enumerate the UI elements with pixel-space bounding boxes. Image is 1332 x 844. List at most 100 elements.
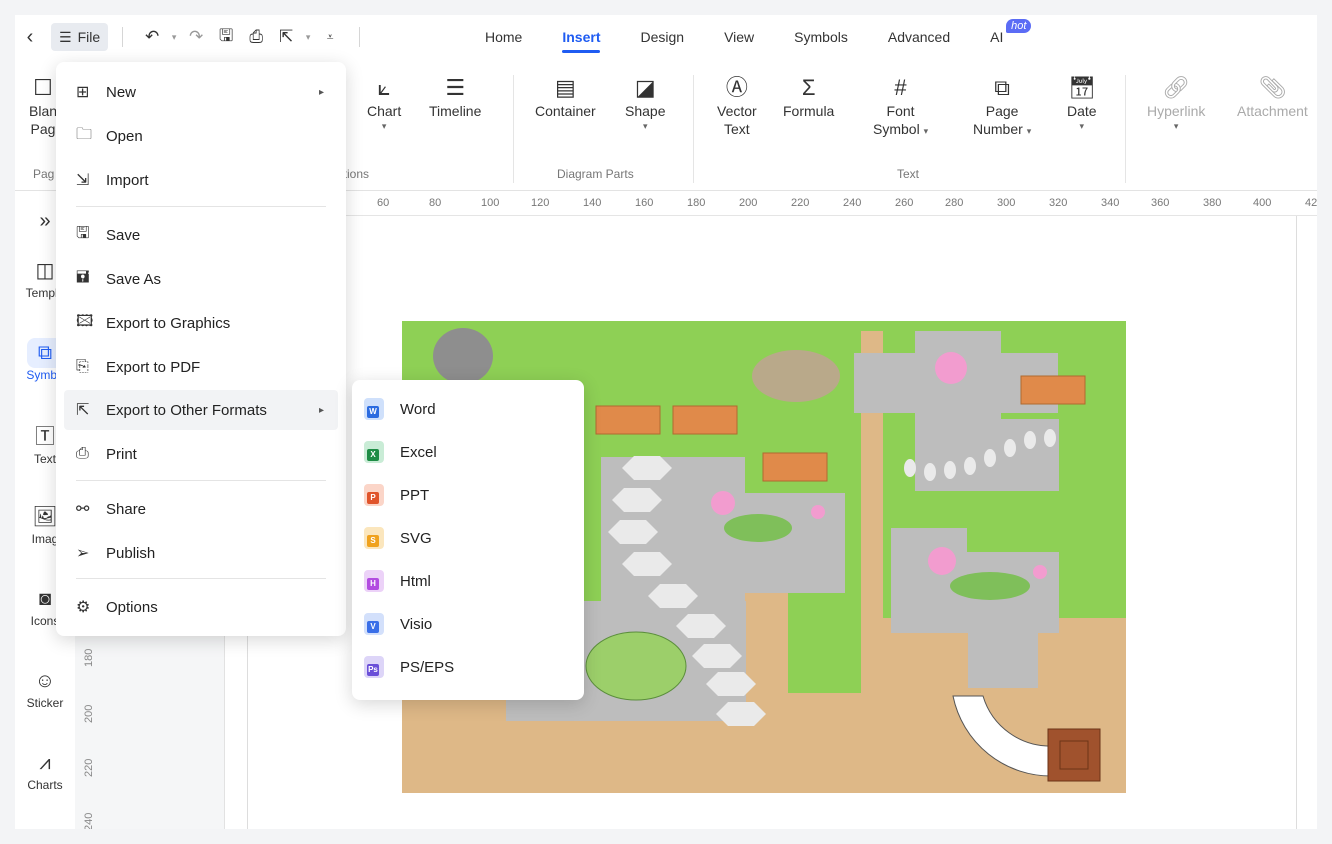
formula-button[interactable]: Σ Formula bbox=[783, 73, 834, 121]
stepping-stone[interactable] bbox=[904, 459, 916, 477]
shape-button[interactable]: ◪ Shape ▾ bbox=[625, 73, 665, 132]
customize-toolbar-icon[interactable]: ⩡ bbox=[315, 23, 345, 51]
hyperlink-button[interactable]: 🔗︎ Hyperlink ▾ bbox=[1147, 73, 1205, 132]
lotus-bud[interactable] bbox=[811, 505, 825, 519]
chart-label: Chart bbox=[367, 103, 402, 119]
ruler-tick-label: 280 bbox=[945, 197, 964, 209]
menu-label: Print bbox=[106, 445, 137, 463]
redo-icon[interactable]: ↷ bbox=[181, 23, 211, 51]
lotus-leaves[interactable] bbox=[950, 572, 1030, 600]
tab-design[interactable]: Design bbox=[640, 15, 684, 59]
lotus-leaves[interactable] bbox=[724, 514, 792, 542]
date-button[interactable]: 📅︎ Date ▾ bbox=[1067, 73, 1097, 132]
tab-home[interactable]: Home bbox=[485, 15, 522, 59]
back-icon[interactable]: ‹ bbox=[15, 23, 45, 51]
lily-pad[interactable] bbox=[585, 631, 687, 701]
ruler-tick-label: 100 bbox=[481, 197, 500, 209]
export-html[interactable]: H Html bbox=[364, 563, 574, 599]
bench[interactable] bbox=[762, 452, 828, 482]
stepping-stone[interactable] bbox=[944, 461, 956, 479]
stepping-stone[interactable] bbox=[1044, 429, 1056, 447]
boulder-group[interactable] bbox=[752, 350, 840, 402]
rail-label: Sticker bbox=[26, 696, 64, 710]
save-icon[interactable]: 🖫 bbox=[211, 23, 241, 51]
ppt-icon: P bbox=[364, 484, 384, 506]
ruler-tick-label: 360 bbox=[1151, 197, 1170, 209]
container-icon: ▤ bbox=[554, 75, 576, 100]
menu-label: New bbox=[106, 83, 137, 101]
font-symbol-label: Font bbox=[886, 103, 915, 119]
ruler-tick-label: 220 bbox=[83, 758, 95, 777]
blank-page-button[interactable]: ☐ Blan Pag bbox=[29, 73, 57, 138]
menu-item-options[interactable]: ⚙ Options bbox=[64, 587, 338, 627]
ps-eps-icon: Ps bbox=[364, 656, 384, 678]
timeline-button[interactable]: ☰ Timeline bbox=[429, 73, 481, 121]
export-icon[interactable]: ⇱ bbox=[271, 23, 301, 51]
rock[interactable] bbox=[433, 328, 493, 384]
tab-symbols[interactable]: Symbols bbox=[794, 15, 848, 59]
stone-area[interactable] bbox=[745, 493, 845, 593]
format-badge: W bbox=[367, 406, 379, 418]
lotus-bud[interactable] bbox=[1033, 565, 1047, 579]
stepping-stone[interactable] bbox=[964, 457, 976, 475]
tab-insert[interactable]: Insert bbox=[562, 15, 601, 59]
stone-area[interactable] bbox=[968, 633, 1038, 688]
rail-label: Imag bbox=[31, 532, 59, 546]
lotus-flower[interactable] bbox=[935, 352, 967, 384]
menu-item-export-pdf[interactable]: ⎘ Export to PDF bbox=[64, 347, 338, 387]
shape-dropdown-icon: ▾ bbox=[642, 120, 648, 131]
stepping-stone[interactable] bbox=[984, 449, 996, 467]
stepping-stone[interactable] bbox=[924, 463, 936, 481]
wooden-deck[interactable] bbox=[1047, 728, 1101, 782]
export-word[interactable]: W Word bbox=[364, 391, 574, 427]
tab-ai[interactable]: AI hot bbox=[990, 15, 1032, 59]
export-ppt[interactable]: P PPT bbox=[364, 477, 574, 513]
ruler-tick-label: 120 bbox=[531, 197, 550, 209]
bench[interactable] bbox=[1020, 375, 1086, 405]
chart-button[interactable]: ⟀ Chart ▾ bbox=[367, 73, 401, 132]
save-as-icon: 🖬 bbox=[76, 268, 90, 286]
attachment-button[interactable]: 📎︎ Attachment bbox=[1237, 73, 1308, 121]
export-excel[interactable]: X Excel bbox=[364, 434, 574, 470]
container-button[interactable]: ▤ Container bbox=[535, 73, 596, 121]
page-number-button[interactable]: ⧉ Page Number ▾ bbox=[973, 73, 1031, 138]
title-bar: ‹ ☰ File ↶ ▾ ↷ 🖫 ⎙ ⇱ ▾ ⩡ Home Insert Des… bbox=[15, 15, 1317, 59]
hamburger-icon: ☰ bbox=[59, 28, 72, 45]
undo-dropdown-icon[interactable]: ▾ bbox=[167, 23, 181, 51]
menu-item-open[interactable]: 🗀 Open bbox=[64, 116, 338, 156]
menu-item-new[interactable]: ⊞ New ▸ bbox=[64, 72, 338, 112]
stepping-stone[interactable] bbox=[1024, 431, 1036, 449]
link-icon: 🔗︎ bbox=[1162, 75, 1191, 100]
menu-item-share[interactable]: ⚯ Share bbox=[64, 489, 338, 529]
lotus-flower[interactable] bbox=[928, 547, 956, 575]
menu-label: Export to Other Formats bbox=[106, 401, 267, 419]
menu-item-save[interactable]: 🖫 Save bbox=[64, 215, 338, 255]
export-svg[interactable]: S SVG bbox=[364, 520, 574, 556]
export-dropdown-icon[interactable]: ▾ bbox=[301, 23, 315, 51]
undo-icon[interactable]: ↶ bbox=[137, 23, 167, 51]
print-icon[interactable]: ⎙ bbox=[241, 23, 271, 51]
menu-item-publish[interactable]: ➢ Publish bbox=[64, 533, 338, 573]
menu-item-export-other-formats[interactable]: ⇱ Export to Other Formats ▸ bbox=[64, 390, 338, 430]
tab-advanced[interactable]: Advanced bbox=[888, 15, 950, 59]
bench[interactable] bbox=[672, 405, 738, 435]
rail-sticker[interactable]: ☺ Sticker bbox=[15, 666, 75, 710]
vector-text-button[interactable]: Ⓐ Vector Text bbox=[717, 73, 757, 138]
app-window: ‹ ☰ File ↶ ▾ ↷ 🖫 ⎙ ⇱ ▾ ⩡ Home Insert Des… bbox=[15, 15, 1317, 829]
stepping-stone[interactable] bbox=[1004, 439, 1016, 457]
menu-item-import[interactable]: ⇲ Import bbox=[64, 160, 338, 200]
tab-view[interactable]: View bbox=[724, 15, 754, 59]
export-ps-eps[interactable]: Ps PS/EPS bbox=[364, 649, 574, 685]
menu-label: Options bbox=[106, 598, 158, 616]
menu-item-export-graphics[interactable]: 🖾 Export to Graphics bbox=[64, 303, 338, 343]
export-visio[interactable]: V Visio bbox=[364, 606, 574, 642]
menu-label: Save bbox=[106, 226, 141, 244]
menu-label: Save As bbox=[106, 270, 162, 288]
file-menu-button[interactable]: ☰ File bbox=[51, 23, 109, 51]
rail-charts[interactable]: ⩘ Charts bbox=[15, 748, 75, 792]
font-symbol-button[interactable]: # Font Symbol ▾ bbox=[873, 73, 928, 138]
menu-item-print[interactable]: ⎙ Print bbox=[64, 434, 338, 474]
menu-item-save-as[interactable]: 🖬 Save As bbox=[64, 259, 338, 299]
bench[interactable] bbox=[595, 405, 661, 435]
lotus-flower[interactable] bbox=[711, 491, 735, 515]
